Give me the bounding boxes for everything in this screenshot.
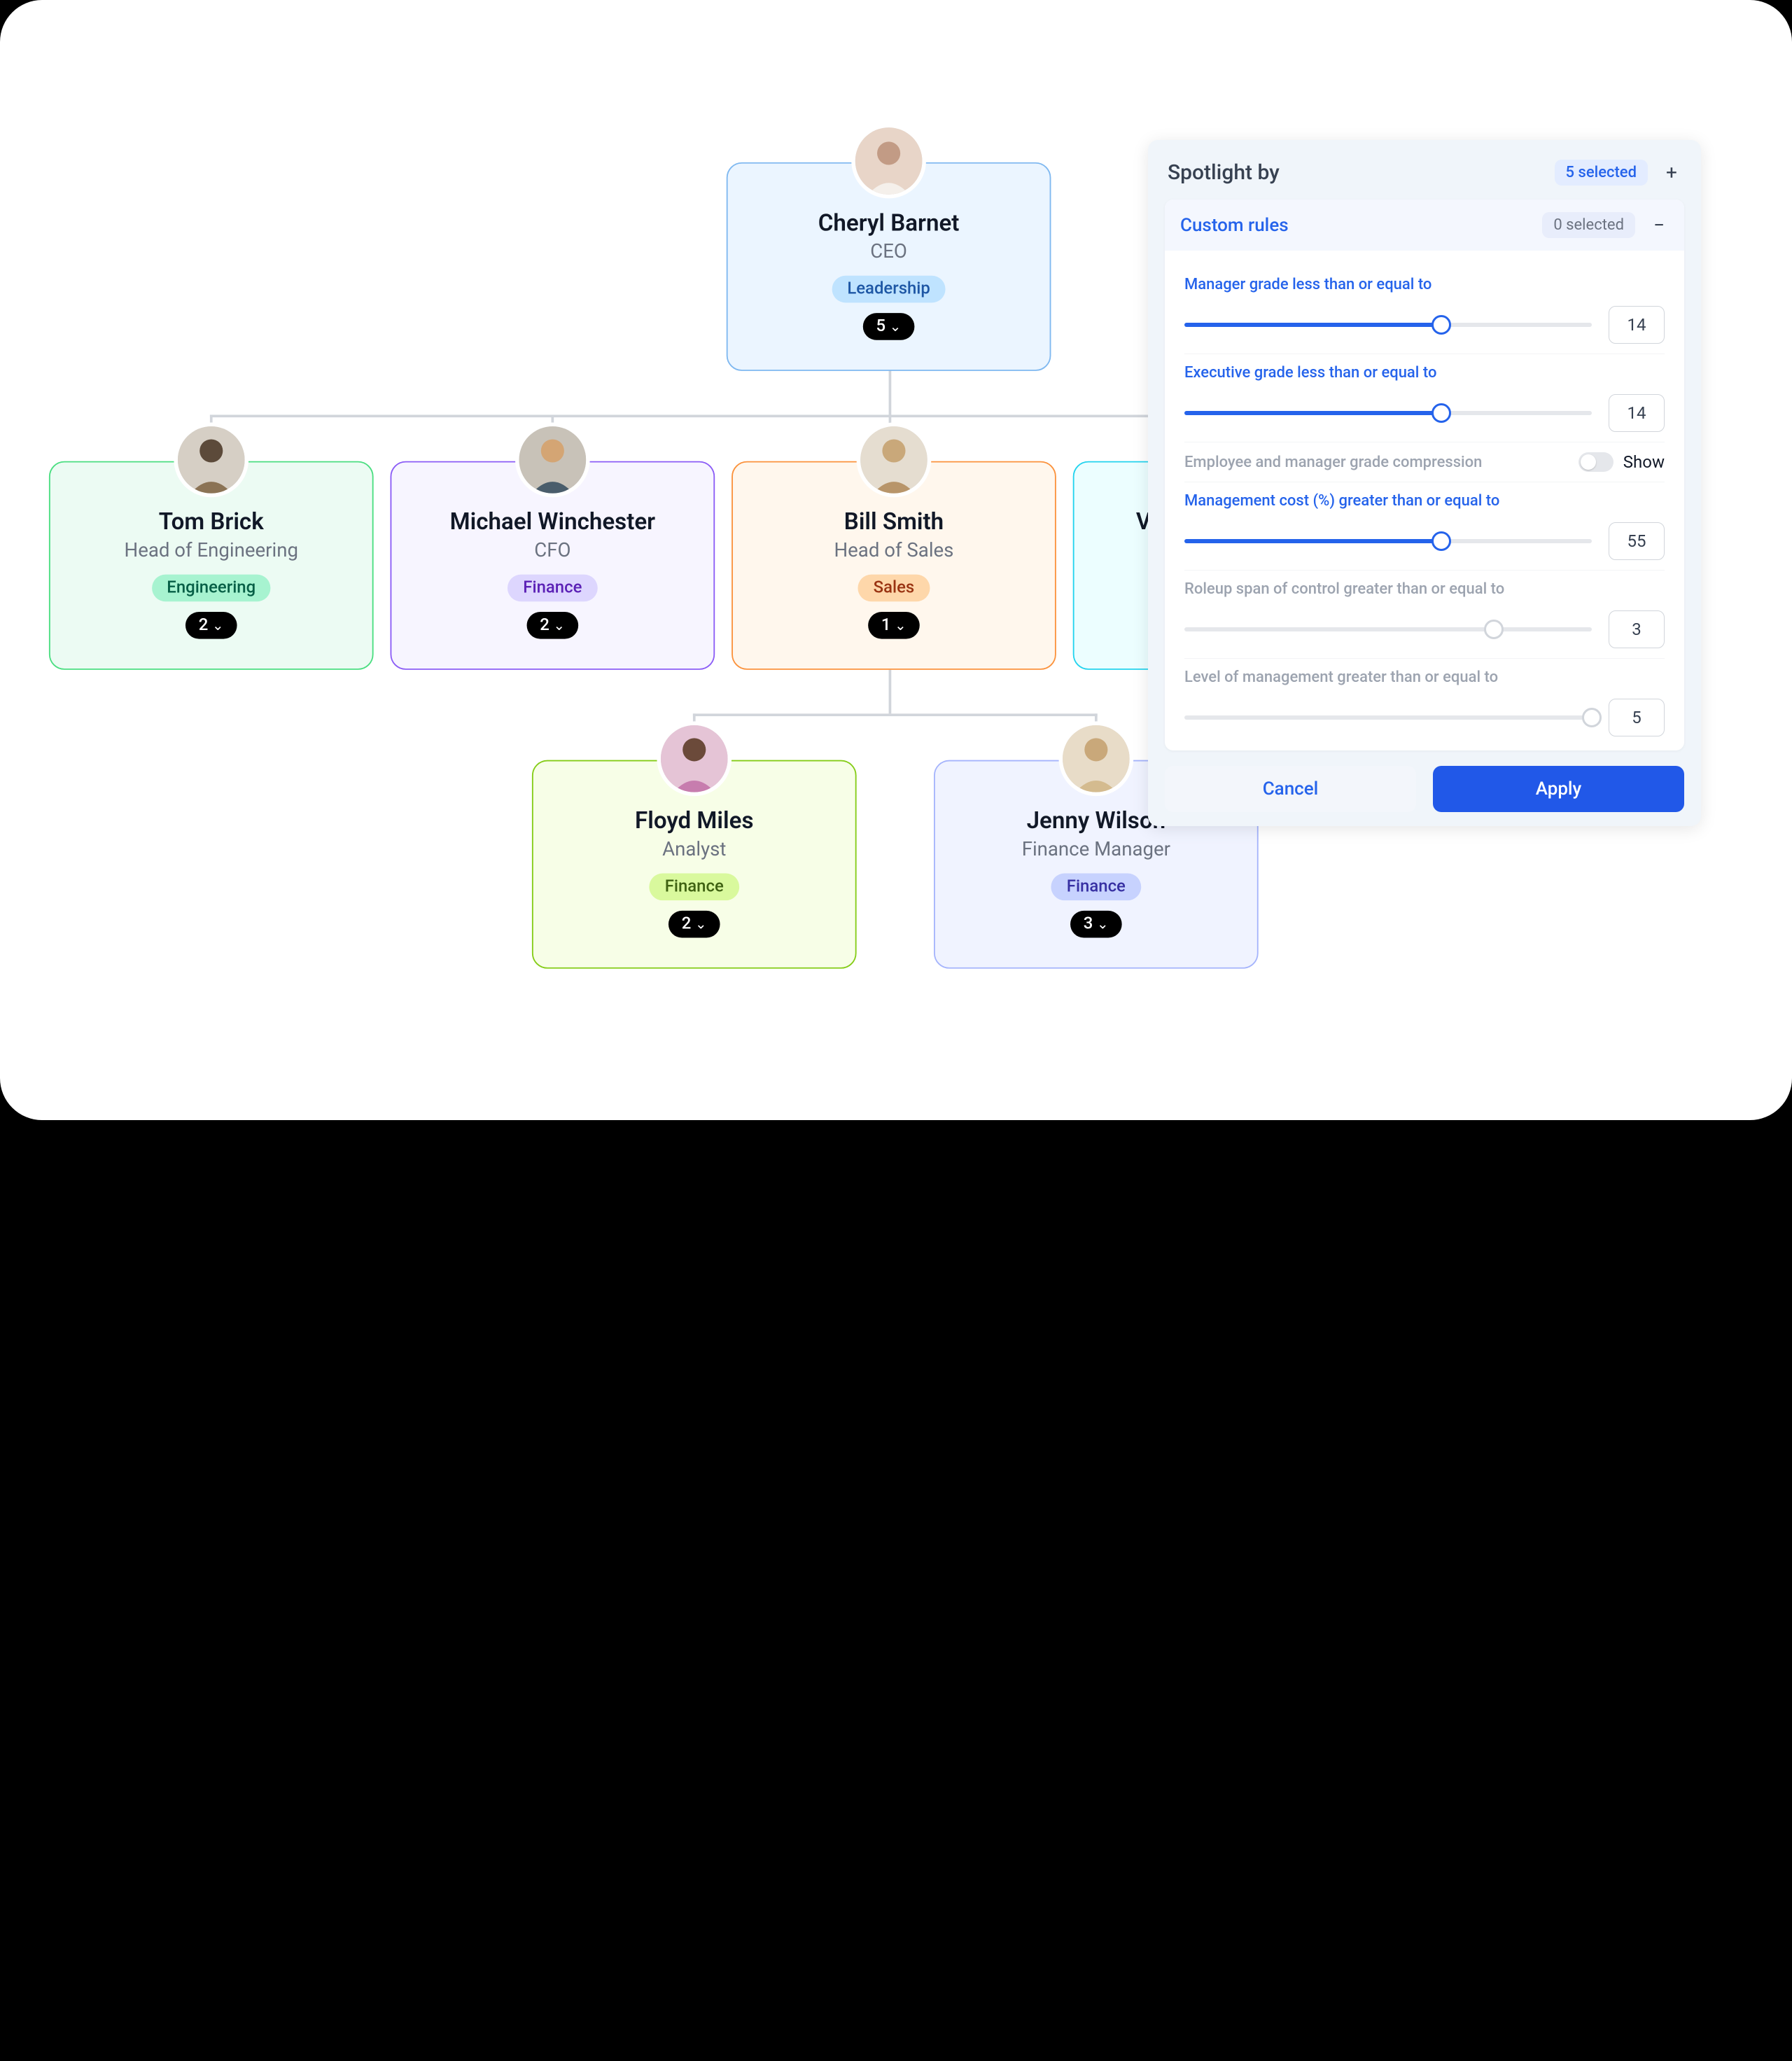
reports-count[interactable]: 1⌄: [869, 612, 920, 639]
person-name: Michael Winchester: [391, 509, 713, 536]
rule-label: Executive grade less than or equal to: [1184, 364, 1665, 382]
slider[interactable]: [1184, 627, 1592, 631]
chevron-down-icon: ⌄: [212, 617, 224, 634]
avatar: [855, 127, 923, 195]
rule-label: Management cost (%) greater than or equa…: [1184, 492, 1665, 510]
rule-manager-grade: Manager grade less than or equal to 14: [1184, 266, 1665, 354]
dept-tag: Sales: [858, 575, 930, 602]
avatar: [178, 426, 245, 494]
reports-count[interactable]: 2⌄: [527, 612, 578, 639]
value-input[interactable]: 55: [1609, 522, 1665, 560]
custom-rules-section: Custom rules 0 selected − Manager grade …: [1165, 200, 1684, 750]
person-role: Head of Engineering: [50, 538, 372, 561]
org-card-sales[interactable]: Bill Smith Head of Sales Sales 1⌄: [732, 461, 1056, 670]
reports-count[interactable]: 5⌄: [863, 313, 914, 340]
rule-span-of-control: Roleup span of control greater than or e…: [1184, 571, 1665, 659]
reports-count[interactable]: 3⌄: [1070, 911, 1121, 938]
dept-tag: Finance: [507, 575, 597, 602]
rule-management-cost: Management cost (%) greater than or equa…: [1184, 482, 1665, 571]
value-input[interactable]: 3: [1609, 610, 1665, 648]
slider[interactable]: [1184, 539, 1592, 543]
org-card-cfo[interactable]: Michael Winchester CFO Finance 2⌄: [391, 461, 715, 670]
reports-count[interactable]: 2⌄: [186, 612, 237, 639]
plus-icon[interactable]: +: [1662, 163, 1681, 183]
person-name: Bill Smith: [733, 509, 1055, 536]
chevron-down-icon: ⌄: [553, 617, 565, 634]
rule-label: Level of management greater than or equa…: [1184, 669, 1665, 686]
person-role: Analyst: [533, 837, 855, 860]
rule-label: Roleup span of control greater than or e…: [1184, 580, 1665, 598]
person-role: CFO: [391, 538, 713, 561]
spotlight-selected-badge[interactable]: 5 selected: [1555, 160, 1648, 186]
dept-tag: Finance: [650, 874, 739, 901]
dept-tag: Finance: [1051, 874, 1141, 901]
rule-executive-grade: Executive grade less than or equal to 14: [1184, 354, 1665, 442]
person-role: CEO: [728, 239, 1050, 263]
rule-grade-compression: Employee and manager grade compression S…: [1184, 442, 1665, 482]
reports-count[interactable]: 2⌄: [668, 911, 720, 938]
chevron-down-icon: ⌄: [890, 318, 902, 335]
dept-tag: Leadership: [832, 276, 946, 303]
spotlight-panel: Spotlight by 5 selected + Custom rules 0…: [1148, 140, 1701, 826]
org-card-ceo[interactable]: Cheryl Barnet CEO Leadership 5⌄: [727, 162, 1051, 371]
value-input[interactable]: 14: [1609, 394, 1665, 432]
slider[interactable]: [1184, 715, 1592, 720]
rule-level-of-management: Level of management greater than or equa…: [1184, 659, 1665, 746]
person-role: Head of Sales: [733, 538, 1055, 561]
slider[interactable]: [1184, 411, 1592, 415]
avatar: [860, 426, 927, 494]
cancel-button[interactable]: Cancel: [1165, 766, 1416, 812]
slider[interactable]: [1184, 323, 1592, 327]
toggle-switch[interactable]: [1578, 452, 1614, 472]
minus-icon[interactable]: −: [1649, 216, 1669, 235]
person-name: Tom Brick: [50, 509, 372, 536]
avatar: [661, 725, 728, 792]
custom-rules-selected-badge[interactable]: 0 selected: [1542, 212, 1635, 238]
value-input[interactable]: 14: [1609, 306, 1665, 344]
org-card-engineering[interactable]: Tom Brick Head of Engineering Engineerin…: [49, 461, 374, 670]
toggle-label: Show: [1623, 452, 1665, 472]
apply-button[interactable]: Apply: [1433, 766, 1684, 812]
person-name: Cheryl Barnet: [728, 210, 1050, 237]
chevron-down-icon: ⌄: [895, 617, 906, 634]
org-card-analyst[interactable]: Floyd Miles Analyst Finance 2⌄: [532, 760, 857, 969]
avatar: [519, 426, 587, 494]
custom-rules-title: Custom rules: [1180, 215, 1289, 236]
person-name: Floyd Miles: [533, 808, 855, 835]
rule-label: Manager grade less than or equal to: [1184, 276, 1665, 293]
value-input[interactable]: 5: [1609, 699, 1665, 736]
person-role: Finance Manager: [935, 837, 1257, 860]
chevron-down-icon: ⌄: [1097, 916, 1109, 932]
avatar: [1063, 725, 1130, 792]
chevron-down-icon: ⌄: [695, 916, 707, 932]
dept-tag: Engineering: [151, 575, 271, 602]
spotlight-title: Spotlight by: [1168, 160, 1280, 185]
rule-label: Employee and manager grade compression: [1184, 454, 1482, 471]
